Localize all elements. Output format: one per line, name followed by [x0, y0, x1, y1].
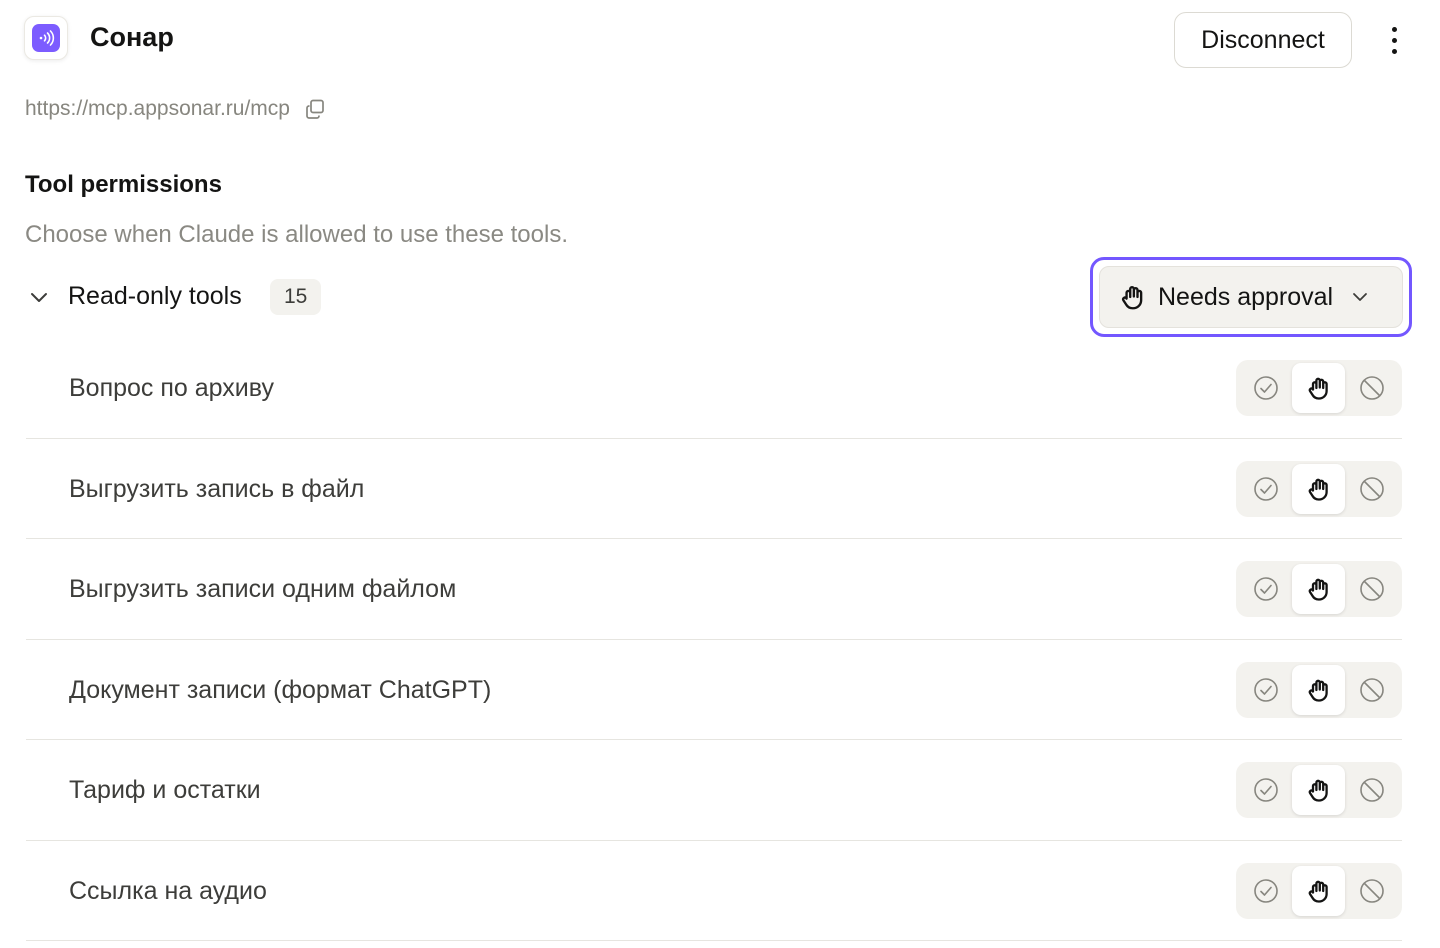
check-circle-icon	[1253, 376, 1278, 400]
sonar-waves-icon	[32, 24, 60, 52]
connector-url-row: https://mcp.appsonar.ru/mcp	[25, 95, 326, 123]
block-icon	[1359, 376, 1384, 400]
group-permission-focus-ring: Needs approval	[1090, 257, 1412, 337]
needs-approval-button[interactable]	[1292, 564, 1345, 614]
tool-permission-toggle	[1236, 360, 1402, 416]
check-circle-icon	[1253, 878, 1278, 903]
block-button[interactable]	[1345, 363, 1398, 413]
tool-name: Вопрос по архиву	[69, 374, 274, 402]
tool-count-badge: 15	[270, 279, 322, 315]
tool-group-header: Read-only tools 15 Needs approval	[24, 257, 1416, 337]
block-button[interactable]	[1345, 866, 1398, 916]
needs-approval-button[interactable]	[1292, 664, 1345, 715]
tool-row: Ссылка на аудио	[26, 841, 1402, 941]
tool-row: Вопрос по архиву	[26, 338, 1402, 439]
hand-icon	[1308, 679, 1328, 702]
connector-url: https://mcp.appsonar.ru/mcp	[25, 97, 290, 120]
tool-group-label[interactable]: Read-only tools	[68, 282, 242, 311]
disconnect-button[interactable]: Disconnect	[1174, 12, 1352, 68]
needs-approval-button[interactable]	[1292, 363, 1345, 413]
tool-name: Ссылка на аудио	[69, 876, 267, 905]
hand-icon	[1308, 779, 1328, 802]
check-circle-icon	[1253, 577, 1278, 601]
block-icon	[1359, 677, 1384, 702]
allow-button[interactable]	[1239, 363, 1292, 413]
block-button[interactable]	[1345, 765, 1398, 815]
tool-permission-toggle	[1236, 762, 1402, 818]
more-vertical-icon[interactable]	[1380, 20, 1408, 60]
needs-approval-button[interactable]	[1292, 865, 1345, 916]
tool-name: Выгрузить запись в файл	[69, 474, 365, 503]
tool-permission-toggle	[1236, 862, 1402, 919]
block-button[interactable]	[1345, 665, 1398, 715]
check-circle-icon	[1253, 778, 1278, 802]
block-button[interactable]	[1345, 464, 1398, 514]
allow-button[interactable]	[1239, 765, 1292, 815]
app-logo	[24, 16, 68, 60]
hand-icon	[1308, 880, 1328, 903]
copy-icon[interactable]	[304, 98, 326, 120]
check-circle-icon	[1253, 677, 1278, 702]
hand-icon	[1121, 286, 1143, 310]
permissions-description: Choose when Claude is allowed to use the…	[25, 221, 568, 248]
permissions-title: Tool permissions	[25, 171, 222, 198]
tool-list: Вопрос по архиву Выгрузить запись в файл…	[26, 338, 1402, 941]
block-icon	[1359, 878, 1384, 903]
tool-row: Тариф и остатки	[26, 740, 1402, 841]
chevron-down-icon	[1353, 293, 1368, 301]
needs-approval-button[interactable]	[1292, 765, 1345, 815]
allow-button[interactable]	[1239, 866, 1292, 916]
tool-row: Документ записи (формат ChatGPT)	[26, 640, 1402, 740]
app-title: Сонар	[90, 22, 174, 52]
tool-name: Тариф и остатки	[69, 776, 261, 804]
allow-button[interactable]	[1239, 464, 1292, 514]
check-circle-icon	[1253, 476, 1278, 501]
tool-name: Документ записи (формат ChatGPT)	[69, 675, 492, 704]
connector-header: Сонар Disconnect	[24, 12, 1416, 68]
hand-icon	[1308, 377, 1328, 400]
tool-permission-toggle	[1236, 661, 1402, 718]
hand-icon	[1308, 578, 1328, 601]
tool-name: Выгрузить записи одним файлом	[69, 575, 457, 603]
tool-row: Выгрузить записи одним файлом	[26, 539, 1402, 640]
tool-permission-toggle	[1236, 460, 1402, 517]
allow-button[interactable]	[1239, 665, 1292, 715]
needs-approval-button[interactable]	[1292, 463, 1345, 514]
block-icon	[1359, 778, 1384, 802]
block-icon	[1359, 577, 1384, 601]
hand-icon	[1308, 478, 1328, 501]
tool-row: Выгрузить запись в файл	[26, 439, 1402, 539]
chevron-down-icon[interactable]	[26, 284, 52, 310]
group-permission-dropdown[interactable]: Needs approval	[1099, 266, 1403, 328]
allow-button[interactable]	[1239, 564, 1292, 614]
tool-permission-toggle	[1236, 561, 1402, 617]
block-button[interactable]	[1345, 564, 1398, 614]
block-icon	[1359, 476, 1384, 501]
group-permission-label: Needs approval	[1158, 282, 1334, 311]
